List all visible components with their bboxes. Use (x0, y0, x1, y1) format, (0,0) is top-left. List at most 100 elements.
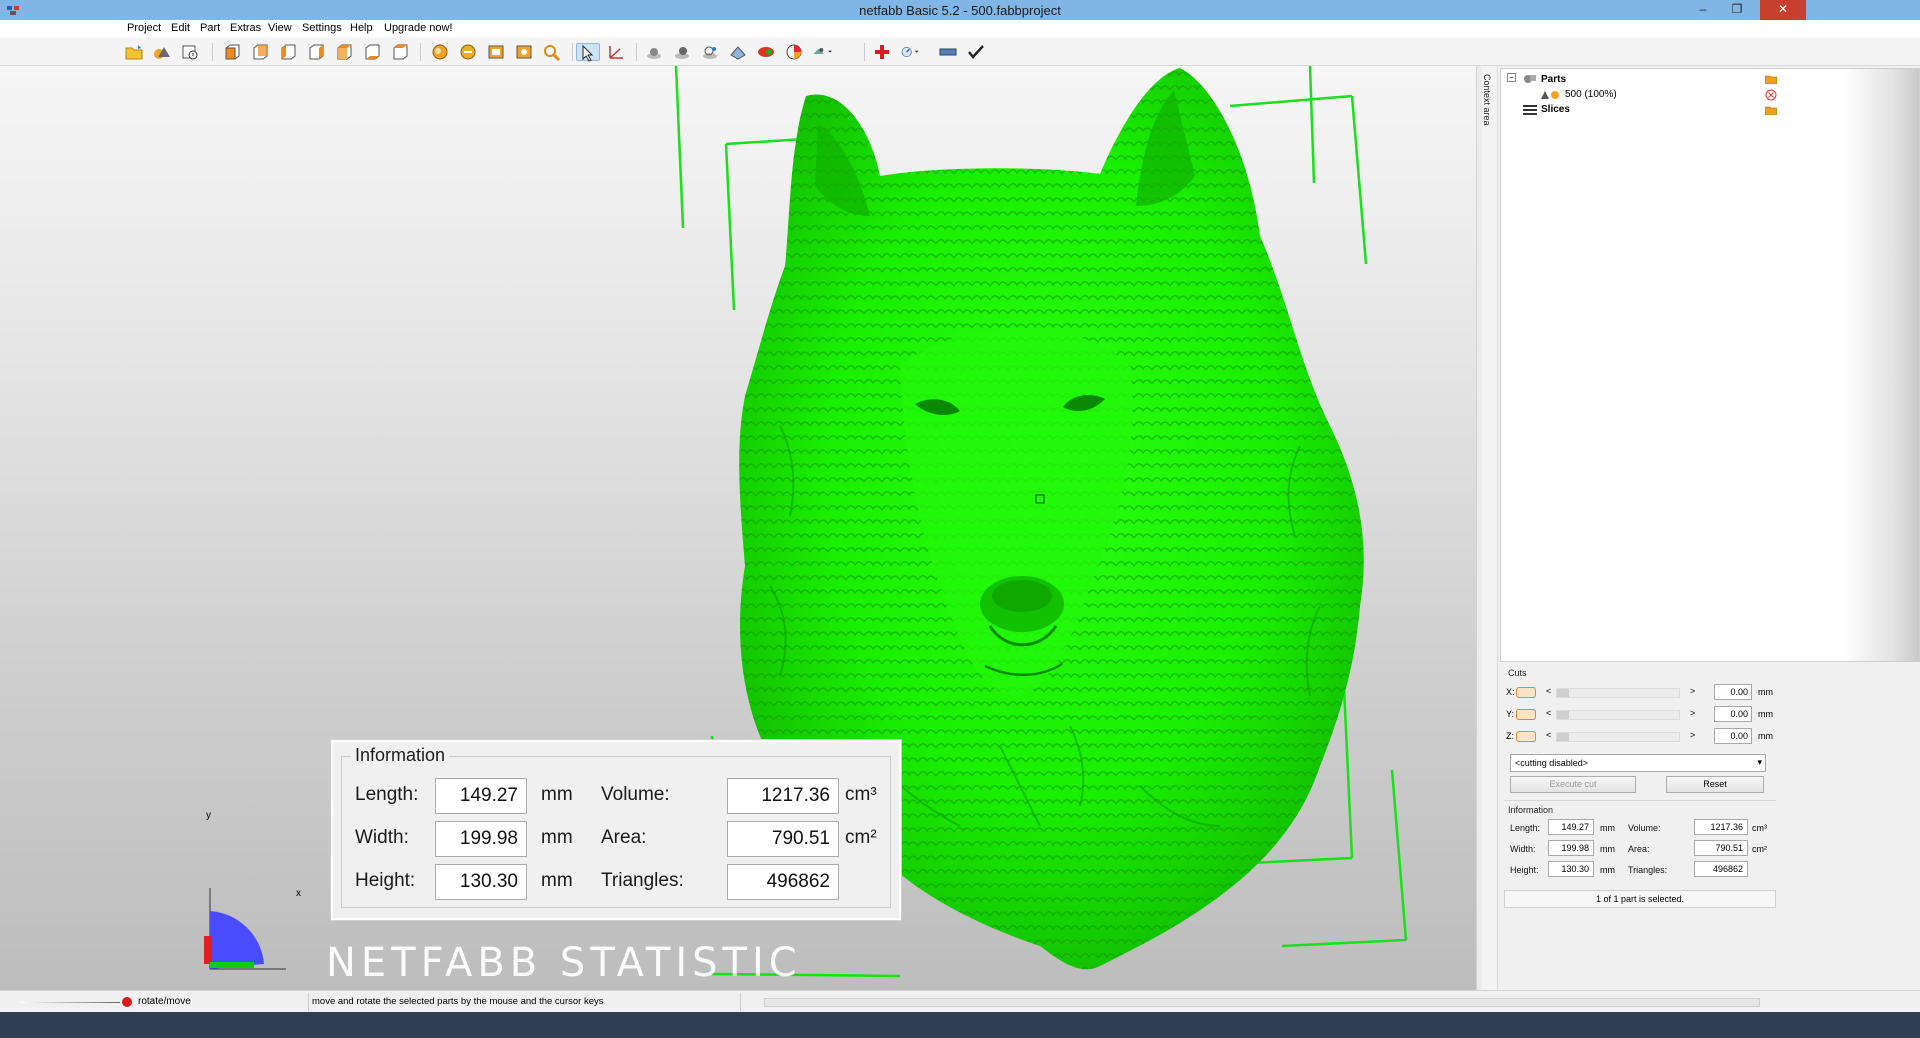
cut-z-unit: mm (1758, 731, 1773, 741)
panel-height-unit: mm (1600, 865, 1615, 875)
tree-row-part-500[interactable]: 500 (100%) (1501, 88, 1781, 103)
width-value: 199.98 (435, 821, 527, 857)
menu-settings[interactable]: Settings (302, 22, 342, 34)
info-panel-group: Information Length: 149.27 mm Width: 199… (1504, 800, 1776, 884)
cut-y-slider[interactable] (1556, 710, 1680, 720)
lighting-icon[interactable] (812, 43, 842, 61)
panel-height-label: Height: (1510, 865, 1539, 875)
volume-label: Volume: (601, 784, 670, 805)
cut-z-color-swatch[interactable] (1516, 731, 1536, 742)
cut-y-slider-thumb[interactable] (1557, 711, 1569, 719)
info-panel-title: Information (1508, 805, 1554, 815)
zoom-magnifier-icon[interactable] (542, 43, 562, 61)
cut-axis-label: X: (1506, 687, 1515, 697)
project-tree[interactable]: − Parts 500 (100%) Slices (1500, 68, 1920, 662)
status-mode-indicator-line (20, 1002, 120, 1003)
restore-button[interactable]: ❐ (1720, 0, 1754, 20)
cut-y-increase[interactable]: > (1690, 708, 1695, 718)
menu-edit[interactable]: Edit (171, 22, 190, 34)
view-front-icon[interactable] (222, 43, 242, 61)
sphere-view-icon[interactable] (644, 43, 664, 61)
cut-row-x: X: < > 0.00 mm (1504, 684, 1776, 702)
3d-viewport[interactable]: y x Information Length: 149.27 mm Width:… (0, 66, 1476, 990)
select-cursor-icon[interactable] (576, 43, 600, 62)
execute-cut-button[interactable]: Execute cut (1510, 776, 1636, 793)
cut-y-decrease[interactable]: < (1546, 708, 1551, 718)
menu-extras[interactable]: Extras (230, 22, 261, 34)
cut-z-slider[interactable] (1556, 732, 1680, 742)
panel-width-value: 199.98 (1548, 840, 1594, 856)
checkmark-icon[interactable] (966, 43, 986, 61)
cut-x-slider[interactable] (1556, 688, 1680, 698)
parts-folder-action-icon[interactable] (1764, 74, 1778, 87)
zoom-fit-icon[interactable] (486, 43, 506, 61)
panel-width-label: Width: (1510, 844, 1536, 854)
wireframe-view-icon[interactable] (700, 43, 720, 61)
tree-row-slices[interactable]: Slices (1501, 103, 1781, 118)
chevron-down-icon: ▾ (1757, 757, 1762, 767)
window-title: netfabb Basic 5.2 - 500.fabbproject (859, 3, 1061, 18)
menu-part[interactable]: Part (200, 22, 220, 34)
measure-icon[interactable] (606, 43, 626, 61)
shaded-view-icon[interactable] (672, 43, 692, 61)
color-view-icon[interactable] (756, 43, 776, 61)
repair-cross-icon[interactable] (872, 43, 892, 61)
panel-area-unit: cm² (1752, 844, 1767, 854)
add-part-icon[interactable] (152, 43, 172, 61)
palette-icon[interactable] (784, 43, 804, 61)
zoom-window-icon[interactable] (514, 43, 534, 61)
axis-x-label: x (296, 888, 301, 899)
menu-bar: Project Edit Part Extras View Settings H… (0, 20, 1920, 38)
slices-icon (1523, 105, 1537, 118)
context-area-tab[interactable]: Context area (1482, 66, 1498, 990)
slice-bar-icon[interactable] (938, 43, 958, 61)
zoom-selection-icon[interactable] (458, 43, 478, 61)
view-left-icon[interactable] (278, 43, 298, 61)
menu-project[interactable]: Project (127, 22, 161, 34)
part-mesh-icon (1539, 89, 1561, 104)
tree-expand-toggle[interactable]: − (1507, 73, 1516, 82)
cut-z-increase[interactable]: > (1690, 730, 1695, 740)
slices-folder-action-icon[interactable] (1764, 105, 1778, 118)
open-file-info-icon[interactable] (180, 43, 200, 61)
open-project-icon[interactable] (124, 43, 144, 61)
cut-x-value[interactable]: 0.00 (1714, 684, 1752, 700)
view-top-icon-alt[interactable] (390, 43, 410, 61)
area-value: 790.51 (727, 821, 839, 857)
panel-volume-unit: cm³ (1752, 823, 1767, 833)
cutting-mode-select[interactable]: <cutting disabled> ▾ (1510, 754, 1766, 772)
view-bottom-icon[interactable] (362, 43, 382, 61)
status-separator (740, 993, 741, 1011)
remove-part-icon[interactable] (1765, 89, 1777, 104)
view-right-icon[interactable] (306, 43, 326, 61)
reset-button[interactable]: Reset (1666, 776, 1764, 793)
cut-x-color-swatch[interactable] (1516, 687, 1536, 698)
menu-view[interactable]: View (268, 22, 292, 34)
cut-x-increase[interactable]: > (1690, 686, 1695, 696)
tree-row-parts[interactable]: − Parts (1501, 73, 1781, 88)
cut-view-icon[interactable] (728, 43, 748, 61)
analysis-gauge-icon[interactable] (900, 43, 930, 61)
menu-help[interactable]: Help (350, 22, 373, 34)
cut-z-decrease[interactable]: < (1546, 730, 1551, 740)
view-top-icon[interactable] (334, 43, 354, 61)
zoom-all-icon[interactable] (430, 43, 450, 61)
cut-y-unit: mm (1758, 709, 1773, 719)
cut-x-decrease[interactable]: < (1546, 686, 1551, 696)
cut-y-color-swatch[interactable] (1516, 709, 1536, 720)
minimize-button[interactable]: – (1686, 0, 1720, 20)
slices-label: Slices (1541, 104, 1570, 115)
menu-upgrade[interactable]: Upgrade now! (384, 22, 453, 34)
panel-volume-label: Volume: (1628, 823, 1661, 833)
cut-y-value[interactable]: 0.00 (1714, 706, 1752, 722)
width-unit: mm (541, 827, 573, 848)
height-label: Height: (355, 870, 416, 891)
length-value: 149.27 (435, 778, 527, 814)
cut-z-slider-thumb[interactable] (1557, 733, 1569, 741)
cut-x-slider-thumb[interactable] (1557, 689, 1569, 697)
panel-length-label: Length: (1510, 823, 1541, 833)
view-back-icon[interactable] (250, 43, 270, 61)
cut-z-value[interactable]: 0.00 (1714, 728, 1752, 744)
close-button[interactable]: ✕ (1760, 0, 1806, 20)
cut-axis-label: Z: (1506, 731, 1514, 741)
